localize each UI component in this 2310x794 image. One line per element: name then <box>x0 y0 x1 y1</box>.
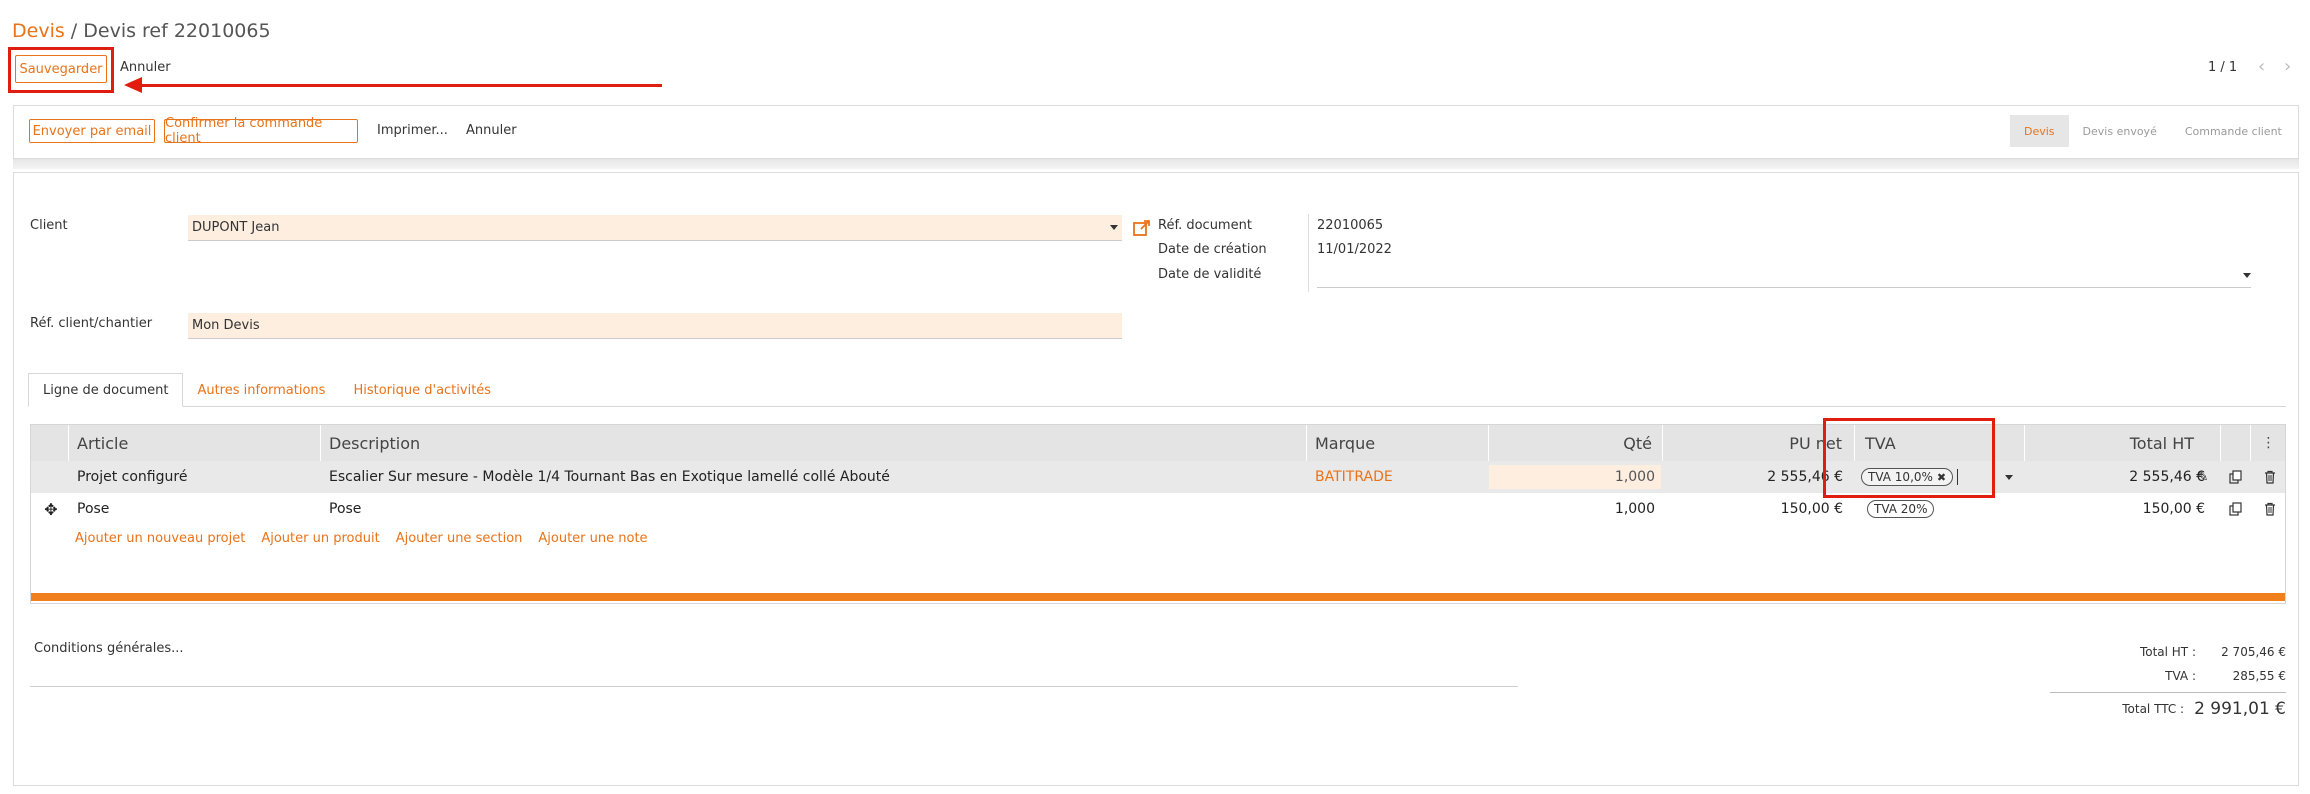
tab-autres-informations[interactable]: Autres informations <box>183 373 339 407</box>
conditions-underline <box>30 686 1518 687</box>
status-steps: Devis Devis envoyé Commande client <box>2010 115 2296 147</box>
add-line-links: Ajouter un nouveau projet Ajouter un pro… <box>75 531 648 546</box>
annotation-highlight-tva <box>1823 418 1995 498</box>
row-total-ht: 2 555,46 € <box>2129 469 2205 485</box>
totals-block: Total HT : 2 705,46 € TVA : 285,55 € Tot… <box>2050 640 2286 723</box>
annotation-arrow-line <box>140 84 662 87</box>
row-total-ht: 150,00 € <box>2142 501 2205 517</box>
header-action-col <box>2221 425 2251 461</box>
breadcrumb: Devis / Devis ref 22010065 <box>12 20 271 42</box>
add-product-link[interactable]: Ajouter un produit <box>261 531 379 546</box>
row-marque[interactable]: BATITRADE <box>1315 461 1393 493</box>
print-link[interactable]: Imprimer... <box>377 123 448 138</box>
cancel-quote-link[interactable]: Annuler <box>466 123 517 138</box>
edit-icon[interactable]: ✎ <box>2191 461 2215 493</box>
chevron-down-icon <box>1110 225 1118 230</box>
tab-ligne-document[interactable]: Ligne de document <box>28 373 184 407</box>
row-qte-input[interactable]: 1,000 <box>1489 465 1661 489</box>
next-page-icon[interactable]: › <box>2284 56 2291 77</box>
breadcrumb-separator: / <box>70 20 78 42</box>
row-description: Escalier Sur mesure - Modèle 1/4 Tournan… <box>329 469 890 485</box>
breadcrumb-root-link[interactable]: Devis <box>12 20 65 42</box>
ref-client-label: Réf. client/chantier <box>30 316 153 331</box>
ref-document-value: 22010065 <box>1317 218 1384 233</box>
external-link-icon[interactable] <box>1132 218 1152 242</box>
status-step-commande-client[interactable]: Commande client <box>2170 115 2296 147</box>
status-step-devis-envoye[interactable]: Devis envoyé <box>2068 115 2171 147</box>
drag-handle-icon[interactable]: ✥ <box>39 493 63 525</box>
tva-label: TVA : <box>2165 669 2196 683</box>
annotation-arrow-head <box>124 77 142 93</box>
panel-shadow <box>13 159 2299 169</box>
tab-bar: Ligne de document Autres informations Hi… <box>28 373 505 407</box>
total-ht-value: 2 705,46 € <box>2221 645 2286 659</box>
chevron-down-icon <box>2243 273 2251 278</box>
row-qte: 1,000 <box>1614 501 1655 517</box>
ref-client-value: Mon Devis <box>192 318 260 333</box>
tva-tag-label: TVA 20% <box>1867 500 1935 518</box>
date-creation-label: Date de création <box>1158 242 1267 257</box>
table-footer-bar <box>31 593 2285 601</box>
header-handle-col <box>31 425 69 461</box>
date-validite-select[interactable] <box>1317 264 2251 288</box>
row-article: Projet configuré <box>77 469 188 485</box>
add-note-link[interactable]: Ajouter une note <box>538 531 647 546</box>
status-step-devis[interactable]: Devis <box>2010 115 2069 147</box>
tab-historique-activites[interactable]: Historique d'activités <box>339 373 505 407</box>
form-divider <box>1308 214 1309 292</box>
duplicate-icon[interactable] <box>2221 493 2251 525</box>
send-email-button[interactable]: Envoyer par email <box>29 119 155 143</box>
header-description[interactable]: Description <box>321 425 1307 461</box>
delete-icon[interactable] <box>2255 461 2285 493</box>
total-ttc-value: 2 991,01 € <box>2194 699 2286 719</box>
column-options-icon[interactable]: ⋮ <box>2251 425 2287 461</box>
row-pu-net: 150,00 € <box>1780 501 1843 517</box>
ref-client-input[interactable]: Mon Devis <box>188 313 1122 339</box>
client-label: Client <box>30 218 68 233</box>
row-article: Pose <box>77 501 110 517</box>
ref-document-label: Réf. document <box>1158 218 1252 233</box>
date-validite-label: Date de validité <box>1158 267 1262 282</box>
delete-icon[interactable] <box>2255 493 2285 525</box>
pager-count: 1 / 1 <box>2208 60 2238 75</box>
client-select[interactable]: DUPONT Jean <box>188 215 1122 241</box>
header-qte[interactable]: Qté <box>1489 425 1663 461</box>
cancel-link[interactable]: Annuler <box>120 60 171 75</box>
totals-divider <box>2050 692 2286 693</box>
prev-page-icon[interactable]: ‹ <box>2258 56 2265 77</box>
add-project-link[interactable]: Ajouter un nouveau projet <box>75 531 245 546</box>
row-pu-net: 2 555,46 € <box>1767 469 1843 485</box>
conditions-generales-link[interactable]: Conditions générales... <box>34 641 184 656</box>
date-creation-value: 11/01/2022 <box>1317 242 1392 257</box>
total-ttc-label: Total TTC : <box>2122 702 2185 716</box>
client-select-value: DUPONT Jean <box>192 220 280 235</box>
chevron-down-icon <box>2005 474 2013 480</box>
duplicate-icon[interactable] <box>2221 461 2251 493</box>
header-marque[interactable]: Marque <box>1307 425 1489 461</box>
add-section-link[interactable]: Ajouter une section <box>396 531 523 546</box>
header-total-ht[interactable]: Total HT <box>2025 425 2221 461</box>
header-article[interactable]: Article <box>69 425 321 461</box>
total-ht-label: Total HT : <box>2139 645 2196 659</box>
tva-value: 285,55 € <box>2232 669 2286 683</box>
confirm-order-button[interactable]: Confirmer la commande client <box>164 116 358 146</box>
row-description: Pose <box>329 501 362 517</box>
save-button[interactable]: Sauvegarder <box>15 55 107 83</box>
page-title: Devis ref 22010065 <box>83 20 271 42</box>
